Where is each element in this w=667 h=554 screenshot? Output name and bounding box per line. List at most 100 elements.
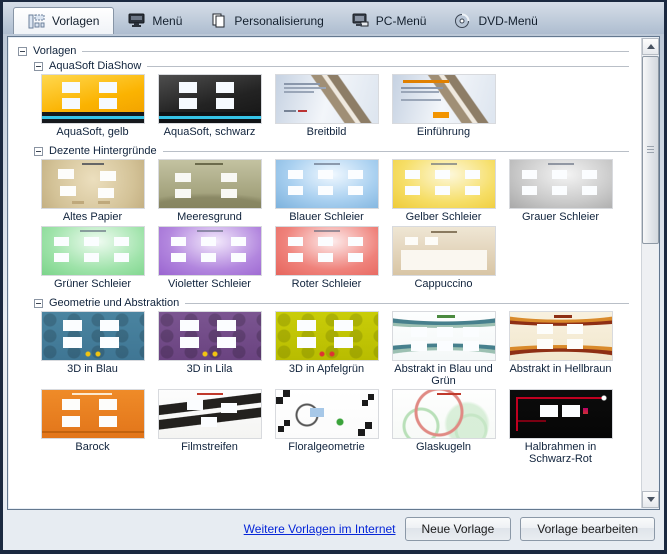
tab-pc-menu[interactable]: PC-Menü: [338, 7, 441, 34]
footer-bar: Weitere Vorlagen im Internet Neue Vorlag…: [3, 510, 664, 550]
template-thumbnail[interactable]: [158, 160, 261, 208]
template-item[interactable]: Filmstreifen: [151, 390, 268, 454]
tab-personalisierung[interactable]: Personalisierung: [196, 7, 337, 34]
scrollbar-thumb[interactable]: [642, 56, 659, 244]
template-item[interactable]: Einführung: [385, 75, 502, 139]
template-thumbnail[interactable]: [509, 312, 612, 360]
template-label: Abstrakt in Blau und Grün: [394, 363, 493, 387]
group-header-aquasoft-diashow: AquaSoft DiaShow: [18, 60, 633, 72]
template-thumbnail[interactable]: [158, 227, 261, 275]
template-item[interactable]: Meeresgrund: [151, 160, 268, 224]
template-item[interactable]: 3D in Lila: [151, 312, 268, 376]
tab-label: Menü: [152, 13, 183, 28]
template-label: Roter Schleier: [291, 278, 362, 290]
monitor-icon: [128, 13, 145, 28]
template-label: Violetter Schleier: [168, 278, 251, 290]
template-item[interactable]: Gelber Schleier: [385, 160, 502, 224]
template-label: Grauer Schleier: [521, 211, 600, 223]
tab-label: DVD-Menü: [478, 13, 538, 28]
group-header-vorlagen: Vorlagen: [18, 45, 633, 57]
template-thumbnail[interactable]: [275, 390, 378, 438]
edit-template-button[interactable]: Vorlage bearbeiten: [520, 517, 655, 541]
template-label: Abstrakt in Hellbraun: [509, 363, 612, 375]
template-thumbnail[interactable]: [41, 75, 144, 123]
template-item[interactable]: Halbrahmen in Schwarz-Rot: [502, 390, 619, 465]
template-item[interactable]: Abstrakt in Hellbraun: [502, 312, 619, 376]
template-item[interactable]: AquaSoft, gelb: [34, 75, 151, 139]
collapse-icon[interactable]: [34, 61, 43, 71]
template-label: Barock: [75, 441, 110, 453]
template-label: Blauer Schleier: [289, 211, 364, 223]
template-item[interactable]: Glaskugeln: [385, 390, 502, 454]
pages-icon: [210, 13, 227, 28]
template-item[interactable]: 3D in Blau: [34, 312, 151, 376]
tab-dvd-menu[interactable]: DVD-Menü: [440, 7, 551, 34]
template-item[interactable]: Grüner Schleier: [34, 227, 151, 291]
template-label: 3D in Lila: [186, 363, 233, 375]
header-rule: [147, 65, 629, 67]
template-thumbnail[interactable]: [41, 312, 144, 360]
template-thumbnail[interactable]: [392, 312, 495, 360]
template-thumbnail[interactable]: [41, 227, 144, 275]
template-thumbnail[interactable]: [392, 75, 495, 123]
template-grid: AquaSoft, gelb AquaSoft, schwarz Breitbi…: [18, 75, 633, 142]
vertical-scrollbar[interactable]: [641, 38, 659, 508]
arrow-up-icon: [646, 44, 655, 49]
tab-bar: Vorlagen Menü Personalisierung PC-Menü D…: [3, 2, 664, 34]
template-thumbnail[interactable]: [158, 312, 261, 360]
template-label: Einführung: [416, 126, 471, 138]
tab-vorlagen[interactable]: Vorlagen: [13, 7, 115, 34]
group-label: Geometrie und Abstraktion: [49, 297, 180, 309]
template-thumbnail[interactable]: [275, 160, 378, 208]
scroll-up-button[interactable]: [642, 38, 659, 55]
template-thumbnail[interactable]: [158, 75, 261, 123]
template-thumbnail[interactable]: [392, 160, 495, 208]
template-item[interactable]: Grauer Schleier: [502, 160, 619, 224]
template-label: Grüner Schleier: [53, 278, 132, 290]
tab-label: Personalisierung: [234, 13, 324, 28]
header-rule: [185, 302, 629, 304]
template-thumbnail[interactable]: [158, 390, 261, 438]
template-item[interactable]: Cappuccino: [385, 227, 502, 291]
template-item[interactable]: Abstrakt in Blau und Grün: [385, 312, 502, 387]
tab-menu[interactable]: Menü: [114, 7, 196, 34]
collapse-icon[interactable]: [34, 298, 43, 308]
template-item[interactable]: 3D in Apfelgrün: [268, 312, 385, 376]
arrow-down-icon: [646, 497, 655, 502]
template-item[interactable]: AquaSoft, schwarz: [151, 75, 268, 139]
template-thumbnail[interactable]: [509, 160, 612, 208]
group-header-geometrie-und-abstraktion: Geometrie und Abstraktion: [18, 297, 633, 309]
template-thumbnail[interactable]: [275, 227, 378, 275]
template-thumbnail[interactable]: [392, 227, 495, 275]
template-item[interactable]: Floralgeometrie: [268, 390, 385, 454]
template-label: Meeresgrund: [177, 211, 242, 223]
template-thumbnail[interactable]: [275, 312, 378, 360]
template-label: Breitbild: [306, 126, 347, 138]
collapse-icon[interactable]: [34, 146, 43, 156]
template-icon: [28, 14, 45, 29]
new-template-button[interactable]: Neue Vorlage: [404, 517, 512, 541]
template-thumbnail[interactable]: [41, 160, 144, 208]
template-item[interactable]: Barock: [34, 390, 151, 454]
pc-icon: [352, 13, 369, 28]
template-thumbnail[interactable]: [509, 390, 612, 438]
template-thumbnail[interactable]: [392, 390, 495, 438]
template-label: AquaSoft, gelb: [56, 126, 129, 138]
templates-window: Vorlagen Menü Personalisierung PC-Menü D…: [0, 0, 667, 554]
more-templates-link[interactable]: Weitere Vorlagen im Internet: [244, 522, 396, 536]
template-thumbnail[interactable]: [275, 75, 378, 123]
scroll-down-button[interactable]: [642, 491, 659, 508]
template-item[interactable]: Violetter Schleier: [151, 227, 268, 291]
disc-icon: [454, 13, 471, 28]
template-item[interactable]: Blauer Schleier: [268, 160, 385, 224]
template-label: AquaSoft, schwarz: [163, 126, 256, 138]
collapse-icon[interactable]: [18, 46, 27, 56]
group-header-dezente-hintergruende: Dezente Hintergründe: [18, 145, 633, 157]
template-item[interactable]: Altes Papier: [34, 160, 151, 224]
template-item[interactable]: Roter Schleier: [268, 227, 385, 291]
header-rule: [82, 50, 629, 52]
template-grid: Altes Papier Meeresgrund Blauer Schleier…: [18, 160, 633, 294]
template-thumbnail[interactable]: [41, 390, 144, 438]
template-item[interactable]: Breitbild: [268, 75, 385, 139]
template-label: Gelber Schleier: [405, 211, 482, 223]
